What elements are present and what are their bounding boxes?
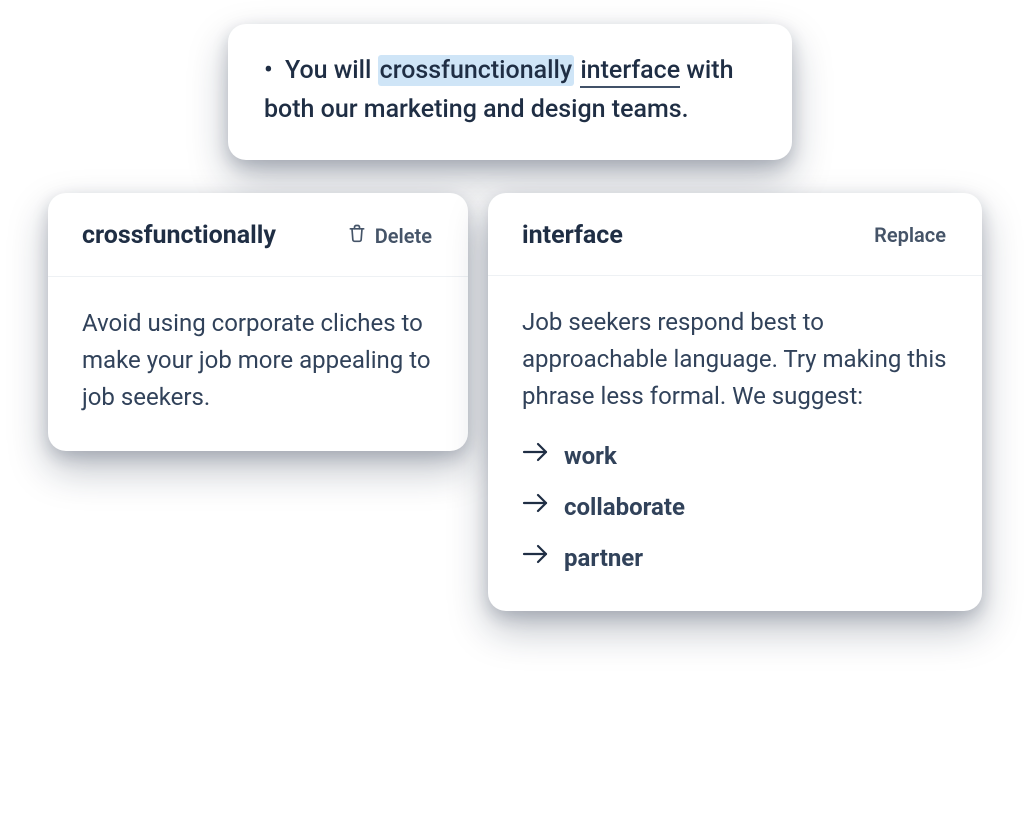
suggestion-item[interactable]: collaborate — [522, 489, 948, 526]
card-title: crossfunctionally — [82, 221, 276, 250]
delete-button[interactable]: Delete — [345, 219, 434, 252]
underlined-word[interactable]: interface — [580, 56, 680, 88]
card-body-text: Job seekers respond best to approachable… — [522, 304, 948, 416]
delete-label: Delete — [375, 224, 432, 248]
replace-button[interactable]: Replace — [872, 219, 948, 251]
arrow-right-icon — [522, 438, 550, 475]
suggestion-card-replace: interface Replace Job seekers respond be… — [488, 193, 982, 611]
arrow-right-icon — [522, 489, 550, 526]
arrow-right-icon — [522, 540, 550, 577]
suggestion-item[interactable]: work — [522, 438, 948, 475]
card-body-text: Avoid using corporate cliches to make yo… — [48, 277, 468, 451]
sentence-card: • You will crossfunctionally interface w… — [228, 24, 792, 160]
card-header: crossfunctionally Delete — [48, 193, 468, 277]
suggestion-label: work — [564, 438, 617, 475]
suggestion-label: partner — [564, 540, 643, 577]
trash-icon — [347, 223, 367, 248]
card-body: Job seekers respond best to approachable… — [488, 276, 982, 611]
sentence-text: • You will crossfunctionally interface w… — [264, 56, 733, 124]
highlighted-word[interactable]: crossfunctionally — [378, 55, 574, 86]
card-title: interface — [522, 221, 623, 250]
suggestion-list: work collaborate partner — [522, 438, 948, 578]
bullet-icon: • — [264, 56, 273, 85]
suggestion-card-delete: crossfunctionally Delete Avoid using cor… — [48, 193, 468, 451]
suggestion-item[interactable]: partner — [522, 540, 948, 577]
suggestion-label: collaborate — [564, 489, 685, 526]
sentence-part-1: You will — [285, 56, 378, 85]
card-header: interface Replace — [488, 193, 982, 276]
replace-label: Replace — [874, 223, 946, 247]
